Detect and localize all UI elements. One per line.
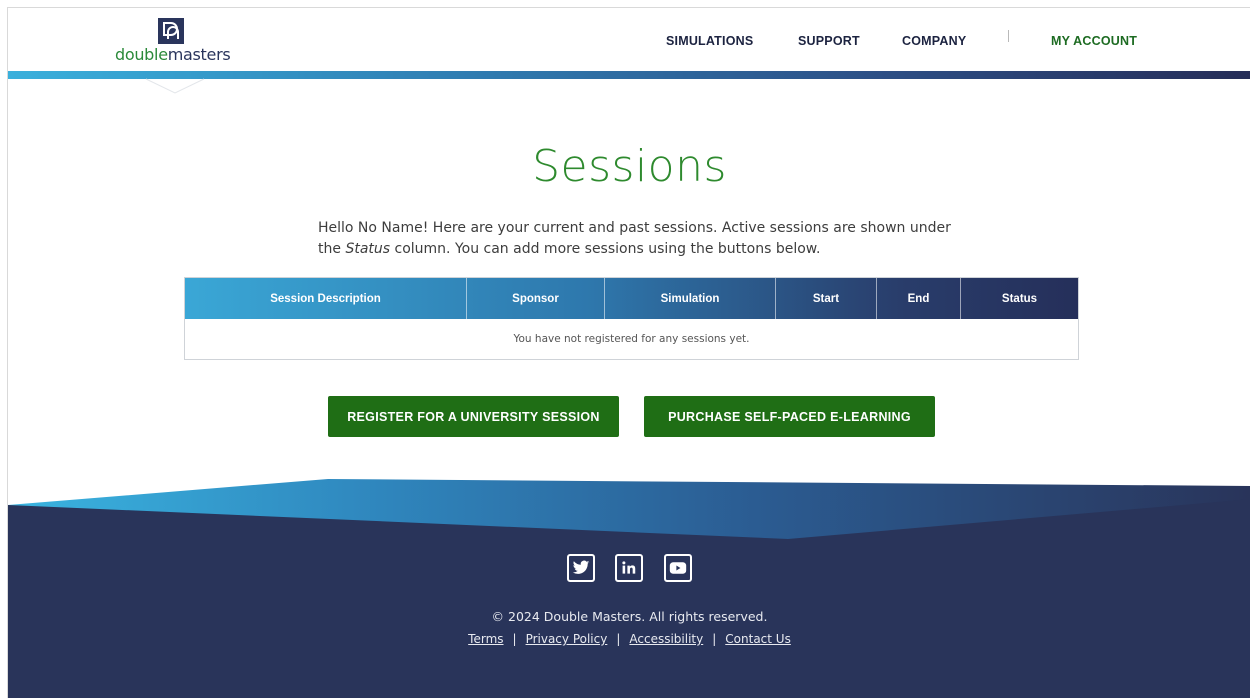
youtube-link[interactable] [664,554,692,582]
table-empty-message: You have not registered for any sessions… [513,333,750,345]
linkedin-link[interactable] [615,554,643,582]
nav-divider [1008,30,1009,42]
page: doublemasters SIMULATIONS SUPPORT COMPAN… [7,7,1250,698]
footer-links: Terms | Privacy Policy | Accessibility | Conta… [8,632,1250,646]
twitter-link[interactable] [567,554,595,582]
brand-logo[interactable]: doublemasters [111,14,241,68]
nav-support[interactable]: SUPPORT [798,34,860,48]
footer-link-contact-us[interactable]: Contact Us [725,632,791,646]
twitter-icon [572,560,590,574]
nav-simulations[interactable]: SIMULATIONS [666,34,753,48]
footer-copyright: © 2024 Double Masters. All rights reserv… [491,609,768,624]
column-header-simulation[interactable]: Simulation [605,278,776,319]
footer-link-separator: | [616,632,621,646]
column-header-start[interactable]: Start [776,278,877,319]
footer-link-separator: | [512,632,517,646]
column-header-sponsor[interactable]: Sponsor [467,278,605,319]
footer-background [8,479,1250,698]
nav-my-account[interactable]: MY ACCOUNT [1051,34,1137,48]
purchase-elearning-button[interactable]: PURCHASE SELF-PACED E-LEARNING [644,396,935,437]
footer-link-privacy-policy[interactable]: Privacy Policy [526,632,608,646]
footer-link-terms[interactable]: Terms [468,632,503,646]
column-header-session-description[interactable]: Session Description [185,278,467,319]
footer-link-accessibility[interactable]: Accessibility [629,632,703,646]
logo-mark-icon [158,18,184,44]
logo-wordmark: doublemasters [115,45,231,64]
page-title: Sessions [532,141,727,192]
header-band [8,71,1250,94]
nav-company[interactable]: COMPANY [902,34,966,48]
site-header: doublemasters SIMULATIONS SUPPORT COMPAN… [8,8,1250,72]
register-university-session-button[interactable]: REGISTER FOR A UNIVERSITY SESSION [328,396,619,437]
column-header-status[interactable]: Status [961,278,1078,319]
column-header-end[interactable]: End [877,278,961,319]
intro-text-part-2: column. You can add more sessions using … [390,241,821,257]
linkedin-icon [622,561,636,574]
intro-status-word: Status [345,241,391,257]
table-header-row: Session Description Sponsor Simulation S… [185,278,1078,319]
intro-text: Hello No Name! Here are your current and… [318,218,958,260]
sessions-table: Session Description Sponsor Simulation S… [184,277,1079,360]
footer-link-separator: | [712,632,717,646]
youtube-icon [669,562,687,574]
